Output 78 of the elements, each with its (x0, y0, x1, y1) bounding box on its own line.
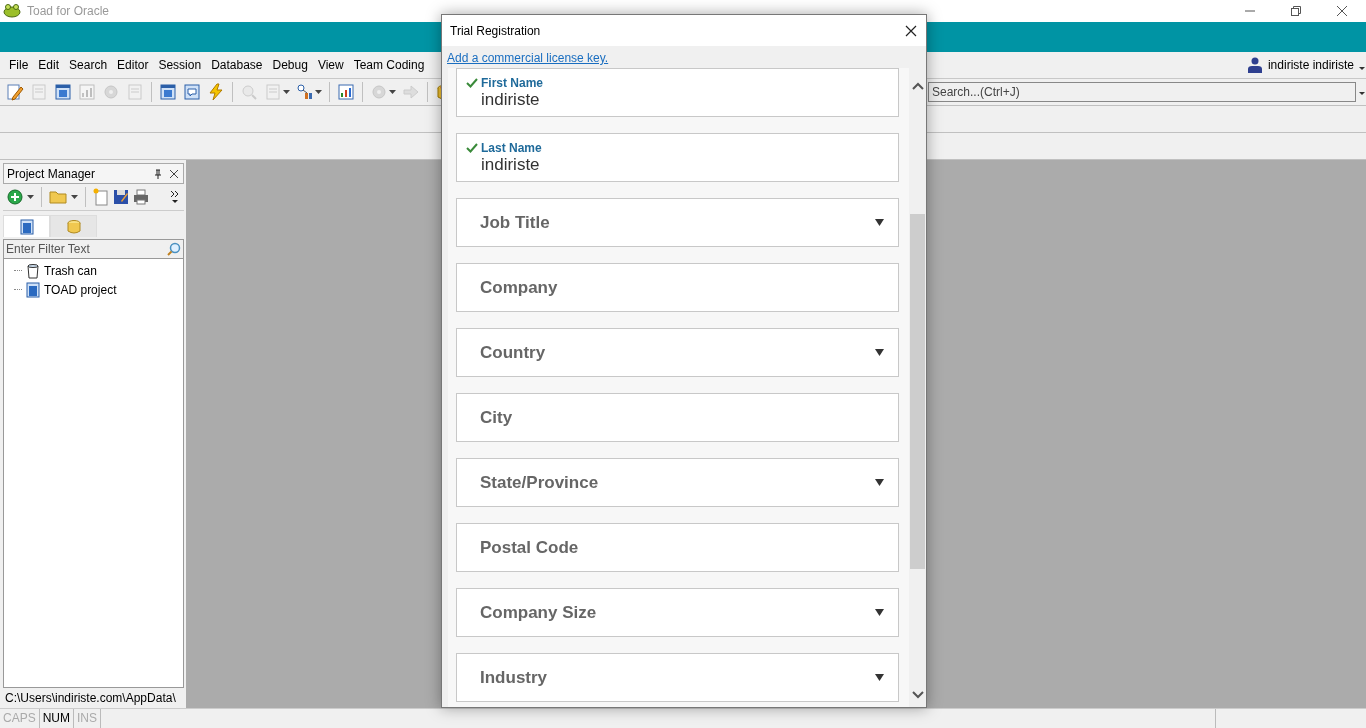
form-field[interactable]: Country (456, 328, 899, 377)
form-field[interactable]: First Name indiriste (456, 68, 899, 117)
caret-icon[interactable] (315, 90, 322, 94)
overflow-icon[interactable] (170, 189, 180, 205)
field-label: Postal Code (480, 537, 580, 558)
close-icon[interactable] (169, 168, 179, 179)
panel-title: Project Manager (7, 166, 97, 181)
field-label: Industry (480, 667, 549, 688)
tree-item[interactable]: TOAD project (44, 282, 117, 297)
tree-item[interactable]: Trash can (44, 263, 97, 278)
status-indicator: INS (74, 709, 102, 728)
scrollbar-thumb[interactable] (910, 214, 925, 569)
trash-can-icon (25, 262, 41, 279)
pin-icon[interactable] (153, 168, 163, 179)
form-field[interactable]: Company Size (456, 588, 899, 637)
scroll-down-icon[interactable] (911, 691, 924, 699)
filter-field[interactable]: Enter Filter Text (3, 239, 184, 259)
window-icon[interactable] (159, 83, 177, 101)
pencil-icon[interactable] (6, 83, 24, 101)
menu-item[interactable]: Team Coding (348, 58, 430, 72)
caret-icon[interactable] (71, 195, 78, 199)
menu-item[interactable]: File (4, 58, 34, 72)
menu-item[interactable]: Session (153, 58, 207, 72)
bolt-icon[interactable] (207, 83, 225, 101)
menu-item[interactable]: Debug (267, 58, 313, 72)
field-label: Country (480, 342, 547, 363)
user-name[interactable]: indiriste indiriste (1267, 58, 1354, 72)
form-field[interactable]: Job Title (456, 198, 899, 247)
form-field[interactable]: Company (456, 263, 899, 312)
field-label: Last Name (481, 140, 542, 155)
status-indicator: CAPS (0, 709, 40, 728)
network-icon[interactable] (296, 83, 314, 101)
dropdown-arrow-icon[interactable] (875, 219, 884, 226)
window-title: Toad for Oracle (27, 4, 110, 18)
status-indicator: NUM (39, 709, 74, 728)
database-icon (65, 218, 82, 235)
caret-icon[interactable] (27, 195, 34, 199)
license-key-link[interactable]: Add a commercial license key. (442, 46, 614, 68)
dropdown-arrow-icon[interactable] (875, 674, 884, 681)
close-icon[interactable] (905, 24, 917, 37)
user-icon (1247, 57, 1262, 73)
dialog-title: Trial Registration (450, 23, 541, 38)
form-field[interactable]: Last Name indiriste (456, 133, 899, 182)
form-field[interactable]: Industry (456, 653, 899, 702)
close-icon[interactable] (1336, 5, 1348, 17)
add-icon[interactable] (7, 189, 23, 205)
menu-item[interactable]: View (312, 58, 349, 72)
form-field[interactable]: City (456, 393, 899, 442)
chart-icon[interactable] (337, 83, 355, 101)
field-value: indiriste (480, 154, 540, 175)
toad-logo-icon (3, 4, 21, 18)
dropdown-arrow-icon[interactable] (875, 349, 884, 356)
form-field[interactable]: Postal Code (456, 523, 899, 572)
field-label: Company (480, 277, 559, 298)
menu-item[interactable]: Database (206, 58, 268, 72)
dropdown-arrow-icon[interactable] (875, 479, 884, 486)
search-icon[interactable] (167, 242, 181, 256)
field-label: Company Size (480, 602, 598, 623)
printer-icon[interactable] (133, 189, 149, 205)
field-label: First Name (481, 75, 544, 90)
project-icon (25, 281, 41, 298)
project-icon (18, 218, 35, 235)
menu-item[interactable]: Editor (112, 58, 154, 72)
dropdown-arrow-icon[interactable] (875, 609, 884, 616)
window-icon[interactable] (54, 83, 72, 101)
form-field[interactable]: State/Province (456, 458, 899, 507)
field-label: State/Province (480, 472, 600, 493)
panel-tab[interactable] (3, 215, 50, 237)
chat-icon[interactable] (183, 83, 201, 101)
field-label: City (480, 407, 514, 428)
save-icon[interactable] (113, 189, 129, 205)
restore-icon[interactable] (1290, 5, 1302, 17)
field-label: Job Title (480, 212, 551, 233)
search-field[interactable]: Search...(Ctrl+J) (928, 82, 1356, 102)
field-value: indiriste (480, 89, 540, 110)
menu-item[interactable]: Search (64, 58, 113, 72)
menu-item[interactable]: Edit (33, 58, 65, 72)
scroll-up-icon[interactable] (911, 82, 924, 90)
